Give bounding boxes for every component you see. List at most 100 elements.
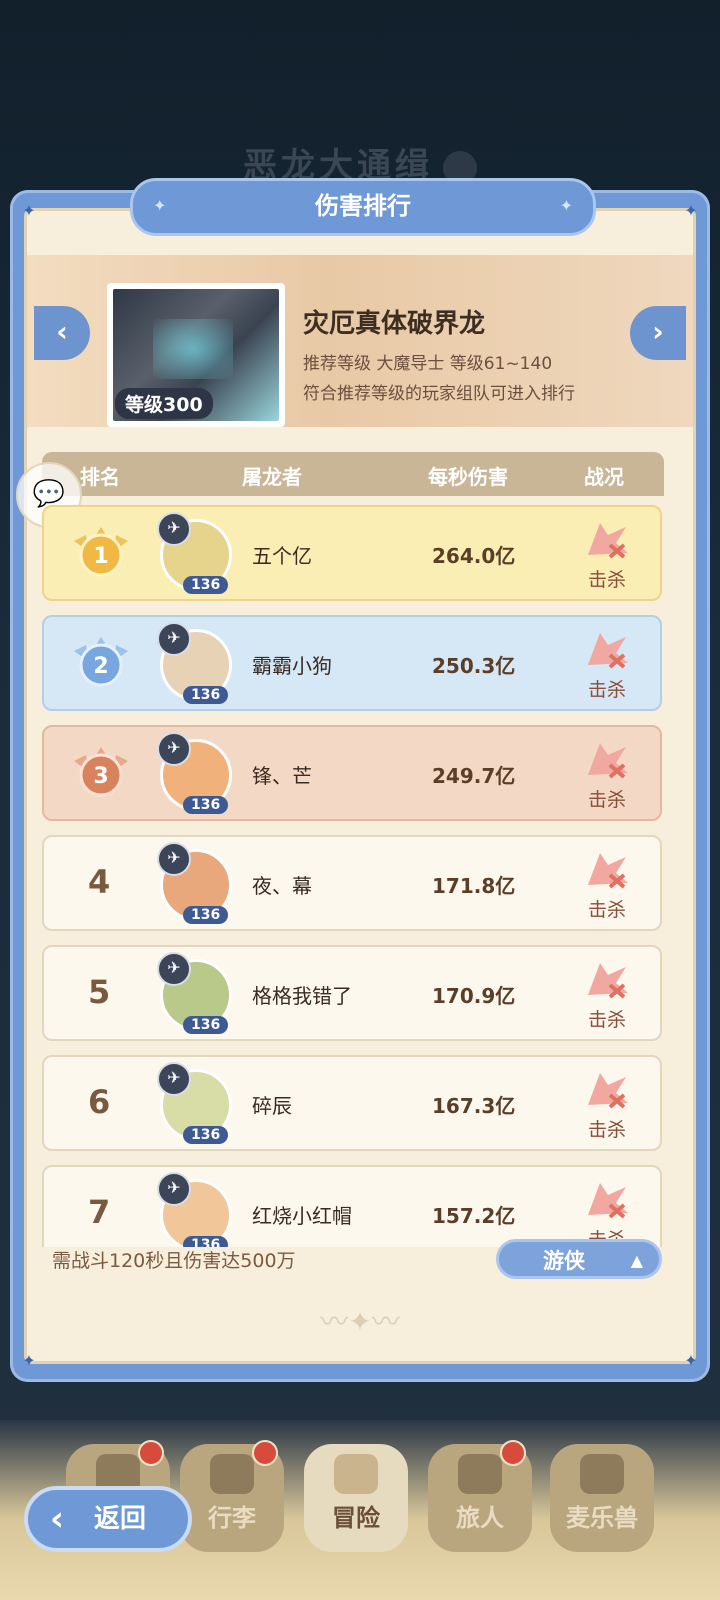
- damage-per-second: 264.0亿: [432, 544, 516, 568]
- nav-label: 行李: [208, 1504, 256, 1532]
- table-header: 排名 屠龙者 每秒伤害 战况: [42, 452, 664, 496]
- boss-recommendation: 推荐等级 大魔导士 等级61~140: [303, 354, 553, 374]
- fox-ornament-icon: 〰✦〰: [320, 1305, 400, 1338]
- boss-ranking-note: 符合推荐等级的玩家组队可进入排行: [303, 384, 575, 404]
- damage-per-second: 157.2亿: [432, 1204, 516, 1228]
- damage-per-second: 250.3亿: [432, 654, 516, 678]
- rank-number: 6: [88, 1083, 111, 1121]
- player-avatar[interactable]: ✈ 136: [157, 1062, 232, 1144]
- damage-per-second: 170.9亿: [432, 984, 516, 1008]
- notification-dot: [252, 1440, 278, 1466]
- boss-level: 等级300: [115, 388, 213, 419]
- dragon-kill-icon: [588, 743, 628, 779]
- fox-icon: [580, 1454, 624, 1494]
- ranking-requirement: 需战斗120秒且伤害达500万: [52, 1250, 296, 1272]
- player-avatar[interactable]: ✈ 136: [157, 1172, 232, 1247]
- player-name: 红烧小红帽: [252, 1204, 352, 1228]
- player-level: 136: [183, 1126, 229, 1144]
- player-level: 136: [183, 906, 229, 924]
- damage-per-second: 167.3亿: [432, 1094, 516, 1118]
- chest-icon: [210, 1454, 254, 1494]
- player-name: 碎辰: [252, 1094, 292, 1118]
- medal-rank: 2: [93, 654, 108, 679]
- silver-medal-icon: 2: [74, 637, 128, 687]
- corner-ornament-icon: ✦: [22, 1351, 36, 1370]
- dragon-kill-icon: [588, 853, 628, 889]
- ranger-class-icon: ✈: [157, 842, 191, 876]
- player-avatar[interactable]: ✈ 136: [157, 622, 232, 704]
- chevron-left-icon: ‹: [50, 1499, 65, 1539]
- dragon-kill-icon: [588, 523, 628, 559]
- nav-pets[interactable]: 麦乐兽: [550, 1444, 654, 1552]
- player-name: 霸霸小狗: [252, 654, 332, 678]
- ranking-row[interactable]: 3 ✈ 136 锋、芒 249.7亿 击杀: [42, 725, 662, 821]
- player-name: 锋、芒: [252, 764, 312, 788]
- ranking-row[interactable]: 6 ✈ 136 碎辰 167.3亿 击杀: [42, 1055, 662, 1151]
- ranger-class-icon: ✈: [157, 1062, 191, 1096]
- back-label: 返回: [94, 1504, 147, 1534]
- player-avatar[interactable]: ✈ 136: [157, 842, 232, 924]
- header-dps: 每秒伤害: [428, 465, 508, 489]
- boss-banner: 等级300 灾厄真体破界龙 推荐等级 大魔导士 等级61~140 符合推荐等级的…: [27, 255, 693, 427]
- ranger-class-icon: ✈: [157, 1172, 191, 1206]
- rank-number: 7: [88, 1193, 111, 1231]
- ranger-class-icon: ✈: [157, 622, 191, 656]
- dragon-kill-icon: [588, 1183, 628, 1219]
- player-level: 136: [183, 576, 229, 594]
- class-filter-dropdown[interactable]: 游侠 ▲: [496, 1239, 662, 1279]
- player-level: 136: [183, 1016, 229, 1034]
- ranking-row[interactable]: 7 ✈ 136 红烧小红帽 157.2亿 击杀: [42, 1165, 662, 1247]
- nav-travelers[interactable]: 旅人: [428, 1440, 532, 1552]
- nav-label: 麦乐兽: [566, 1504, 638, 1532]
- nav-inventory[interactable]: 行李: [180, 1440, 284, 1552]
- bronze-medal-icon: 3: [74, 747, 128, 797]
- dragon-kill-icon: [588, 963, 628, 999]
- dragon-kill-icon: [588, 633, 628, 669]
- sparkle-icon: ✦: [559, 196, 573, 215]
- rank-number: 5: [88, 973, 111, 1011]
- player-level: 136: [183, 686, 229, 704]
- player-name: 夜、幕: [252, 874, 312, 898]
- header-rank: 排名: [80, 465, 120, 489]
- player-avatar[interactable]: ✈ 136: [157, 952, 232, 1034]
- nav-label: 冒险: [332, 1504, 380, 1532]
- ranking-row[interactable]: 5 ✈ 136 格格我错了 170.9亿 击杀: [42, 945, 662, 1041]
- ranking-row[interactable]: 2 ✈ 136 霸霸小狗 250.3亿 击杀: [42, 615, 662, 711]
- rank-number: 4: [88, 863, 111, 901]
- gold-medal-icon: 1: [74, 527, 128, 577]
- boss-portrait: 等级300: [107, 283, 285, 427]
- battle-status: 击杀: [588, 679, 627, 701]
- medal-rank: 1: [93, 544, 108, 569]
- corner-ornament-icon: ✦: [22, 201, 36, 220]
- header-slayer: 屠龙者: [242, 465, 302, 489]
- player-avatar[interactable]: ✈ 136: [157, 732, 232, 814]
- nav-label: 旅人: [456, 1504, 504, 1532]
- back-button[interactable]: ‹ 返回: [24, 1486, 192, 1552]
- character-icon: [458, 1454, 502, 1494]
- panel-title: 伤害排行: [315, 192, 411, 220]
- ranking-row[interactable]: 1 ✈ 136 五个亿 264.0亿 击杀: [42, 505, 662, 601]
- player-name: 五个亿: [252, 544, 312, 568]
- player-name: 格格我错了: [252, 984, 352, 1008]
- crossed-swords-icon: [334, 1454, 378, 1494]
- player-level: 136: [183, 796, 229, 814]
- battle-status: 击杀: [588, 1009, 627, 1031]
- corner-ornament-icon: ✦: [684, 1351, 698, 1370]
- chevron-left-icon: ‹: [56, 315, 68, 348]
- battle-status: 击杀: [588, 1119, 627, 1141]
- nav-adventure[interactable]: 冒险: [304, 1444, 408, 1552]
- damage-per-second: 171.8亿: [432, 874, 516, 898]
- next-boss-button[interactable]: ›: [630, 306, 686, 360]
- prev-boss-button[interactable]: ‹: [34, 306, 90, 360]
- class-filter-label: 游侠: [543, 1249, 585, 1273]
- triangle-up-icon: ▲: [630, 1251, 643, 1270]
- boss-name: 灾厄真体破界龙: [303, 309, 486, 339]
- corner-ornament-icon: ✦: [684, 201, 698, 220]
- header-status: 战况: [584, 465, 624, 489]
- ranger-class-icon: ✈: [157, 952, 191, 986]
- ranking-row[interactable]: 4 ✈ 136 夜、幕 171.8亿 击杀: [42, 835, 662, 931]
- player-avatar[interactable]: ✈ 136: [157, 512, 232, 594]
- ranking-list[interactable]: 1 ✈ 136 五个亿 264.0亿 击杀 2 ✈ 136 霸霸小狗 250.3…: [42, 505, 664, 1247]
- battle-status: 击杀: [588, 569, 627, 591]
- battle-status: 击杀: [588, 789, 627, 811]
